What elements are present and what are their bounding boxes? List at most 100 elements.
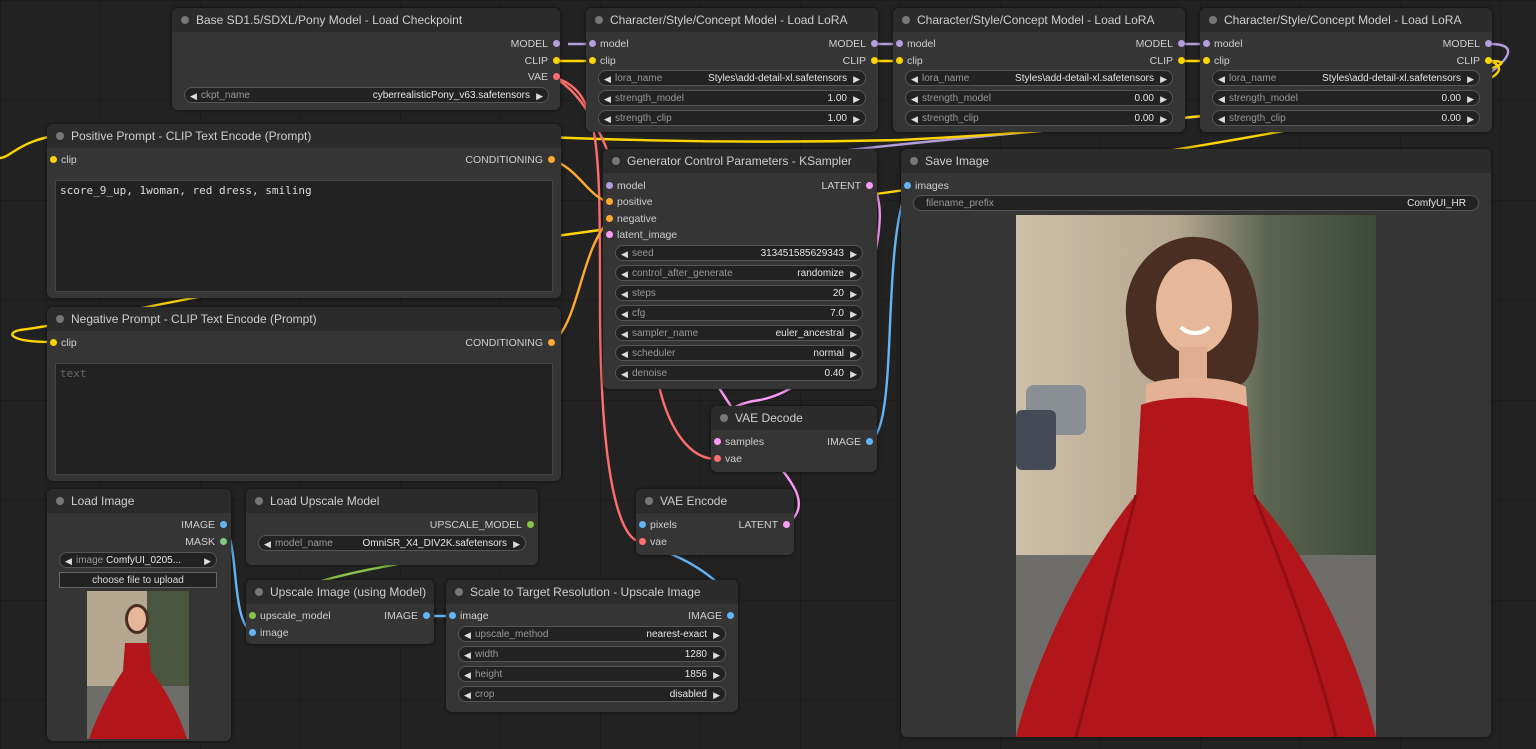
output-conditioning[interactable]: CONDITIONING xyxy=(465,335,555,351)
output-model[interactable]: MODEL xyxy=(511,36,560,52)
input-clip[interactable]: clip xyxy=(893,53,923,69)
left-arrow-icon[interactable]: ◀ xyxy=(621,346,628,360)
left-arrow-icon[interactable]: ◀ xyxy=(464,667,471,681)
right-arrow-icon[interactable]: ▶ xyxy=(1467,91,1474,105)
collapse-dot-icon[interactable] xyxy=(455,588,463,596)
output-clip[interactable]: CLIP xyxy=(1150,53,1185,69)
strength-model-number[interactable]: ◀ strength_model 0.00 ▶ xyxy=(905,90,1173,106)
output-image[interactable]: IMAGE xyxy=(827,434,873,450)
right-arrow-icon[interactable]: ▶ xyxy=(713,667,720,681)
model-pin-icon[interactable] xyxy=(871,40,878,47)
filename-prefix-input[interactable]: filename_prefix ComfyUI_HR xyxy=(913,195,1479,211)
input-clip[interactable]: clip xyxy=(47,335,77,351)
upscale-image-using-model-node[interactable]: Upscale Image (using Model) upscale_mode… xyxy=(246,580,434,644)
input-clip[interactable]: clip xyxy=(47,152,77,168)
mask-pin-icon[interactable] xyxy=(220,538,227,545)
right-arrow-icon[interactable]: ▶ xyxy=(513,536,520,550)
right-arrow-icon[interactable]: ▶ xyxy=(850,366,857,380)
input-image[interactable]: image xyxy=(246,625,289,641)
image-pin-icon[interactable] xyxy=(904,182,911,189)
conditioning-pin-icon[interactable] xyxy=(606,198,613,205)
input-pixels[interactable]: pixels xyxy=(636,517,677,533)
latent-pin-icon[interactable] xyxy=(866,182,873,189)
load-upscale-model-node[interactable]: Load Upscale Model UPSCALE_MODEL ◀ model_… xyxy=(246,489,538,565)
node-title[interactable]: Character/Style/Concept Model - Load LoR… xyxy=(893,8,1185,32)
collapse-dot-icon[interactable] xyxy=(255,497,263,505)
collapse-dot-icon[interactable] xyxy=(255,588,263,596)
input-samples[interactable]: samples xyxy=(711,434,764,450)
output-image[interactable]: IMAGE xyxy=(181,517,227,533)
input-image[interactable]: image xyxy=(446,608,489,624)
output-image[interactable]: IMAGE xyxy=(688,608,734,624)
vae-decode-node[interactable]: VAE Decode samples vae IMAGE xyxy=(711,406,877,472)
input-images[interactable]: images xyxy=(901,178,949,194)
right-arrow-icon[interactable]: ▶ xyxy=(850,266,857,280)
strength-clip-number[interactable]: ◀ strength_clip 0.00 ▶ xyxy=(905,110,1173,126)
right-arrow-icon[interactable]: ▶ xyxy=(713,687,720,701)
control-after-generate-widget[interactable]: ◀ control_after_generate randomize ▶ xyxy=(615,265,863,281)
model-pin-icon[interactable] xyxy=(1485,40,1492,47)
collapse-dot-icon[interactable] xyxy=(56,132,64,140)
left-arrow-icon[interactable]: ◀ xyxy=(464,687,471,701)
model-pin-icon[interactable] xyxy=(1178,40,1185,47)
image-combo[interactable]: ◀ image ComfyUI_0205... ▶ xyxy=(59,552,217,568)
lora-name-combo[interactable]: ◀ lora_name Styles\add-detail-xl.safetenso… xyxy=(905,70,1173,86)
node-title[interactable]: Character/Style/Concept Model - Load LoR… xyxy=(1200,8,1492,32)
right-arrow-icon[interactable]: ▶ xyxy=(1467,111,1474,125)
left-arrow-icon[interactable]: ◀ xyxy=(621,326,628,340)
left-arrow-icon[interactable]: ◀ xyxy=(621,306,628,320)
output-model[interactable]: MODEL xyxy=(1136,36,1185,52)
load-lora-node-2[interactable]: Character/Style/Concept Model - Load LoR… xyxy=(893,8,1185,132)
input-clip[interactable]: clip xyxy=(1200,53,1230,69)
right-arrow-icon[interactable]: ▶ xyxy=(1160,111,1167,125)
output-clip[interactable]: CLIP xyxy=(525,53,560,69)
output-conditioning[interactable]: CONDITIONING xyxy=(465,152,555,168)
lora-name-combo[interactable]: ◀ lora_name Styles\add-detail-xl.safetenso… xyxy=(1212,70,1480,86)
right-arrow-icon[interactable]: ▶ xyxy=(850,326,857,340)
input-negative[interactable]: negative xyxy=(603,211,657,227)
clip-pin-icon[interactable] xyxy=(50,156,57,163)
left-arrow-icon[interactable]: ◀ xyxy=(911,71,918,85)
load-lora-node-3[interactable]: Character/Style/Concept Model - Load LoR… xyxy=(1200,8,1492,132)
strength-clip-number[interactable]: ◀ strength_clip 1.00 ▶ xyxy=(598,110,866,126)
clip-pin-icon[interactable] xyxy=(553,57,560,64)
collapse-dot-icon[interactable] xyxy=(720,414,728,422)
left-arrow-icon[interactable]: ◀ xyxy=(604,71,611,85)
clip-pin-icon[interactable] xyxy=(871,57,878,64)
left-arrow-icon[interactable]: ◀ xyxy=(190,88,197,102)
left-arrow-icon[interactable]: ◀ xyxy=(264,536,271,550)
left-arrow-icon[interactable]: ◀ xyxy=(621,266,628,280)
right-arrow-icon[interactable]: ▶ xyxy=(713,647,720,661)
left-arrow-icon[interactable]: ◀ xyxy=(464,627,471,641)
vae-encode-node[interactable]: VAE Encode pixels vae LATENT xyxy=(636,489,794,555)
input-positive[interactable]: positive xyxy=(603,194,653,210)
output-upscale-model[interactable]: UPSCALE_MODEL xyxy=(430,517,534,533)
node-title[interactable]: VAE Decode xyxy=(711,406,877,430)
node-title[interactable]: Positive Prompt - CLIP Text Encode (Prom… xyxy=(47,124,561,148)
input-model[interactable]: model xyxy=(586,36,629,52)
output-latent[interactable]: LATENT xyxy=(739,517,790,533)
node-title[interactable]: Negative Prompt - CLIP Text Encode (Prom… xyxy=(47,307,561,331)
clip-pin-icon[interactable] xyxy=(1178,57,1185,64)
left-arrow-icon[interactable]: ◀ xyxy=(604,111,611,125)
right-arrow-icon[interactable]: ▶ xyxy=(1467,71,1474,85)
model-pin-icon[interactable] xyxy=(606,182,613,189)
model-pin-icon[interactable] xyxy=(553,40,560,47)
collapse-dot-icon[interactable] xyxy=(181,16,189,24)
right-arrow-icon[interactable]: ▶ xyxy=(853,91,860,105)
output-clip[interactable]: CLIP xyxy=(843,53,878,69)
right-arrow-icon[interactable]: ▶ xyxy=(853,111,860,125)
clip-pin-icon[interactable] xyxy=(589,57,596,64)
image-pin-icon[interactable] xyxy=(866,438,873,445)
right-arrow-icon[interactable]: ▶ xyxy=(850,246,857,260)
upload-button[interactable]: choose file to upload xyxy=(59,572,217,588)
node-title[interactable]: Load Image xyxy=(47,489,231,513)
right-arrow-icon[interactable]: ▶ xyxy=(850,346,857,360)
negative-prompt-node[interactable]: Negative Prompt - CLIP Text Encode (Prom… xyxy=(47,307,561,481)
output-model[interactable]: MODEL xyxy=(829,36,878,52)
image-pin-icon[interactable] xyxy=(423,612,430,619)
output-clip[interactable]: CLIP xyxy=(1457,53,1492,69)
node-title[interactable]: Upscale Image (using Model) xyxy=(246,580,434,604)
output-model[interactable]: MODEL xyxy=(1443,36,1492,52)
clip-pin-icon[interactable] xyxy=(1203,57,1210,64)
